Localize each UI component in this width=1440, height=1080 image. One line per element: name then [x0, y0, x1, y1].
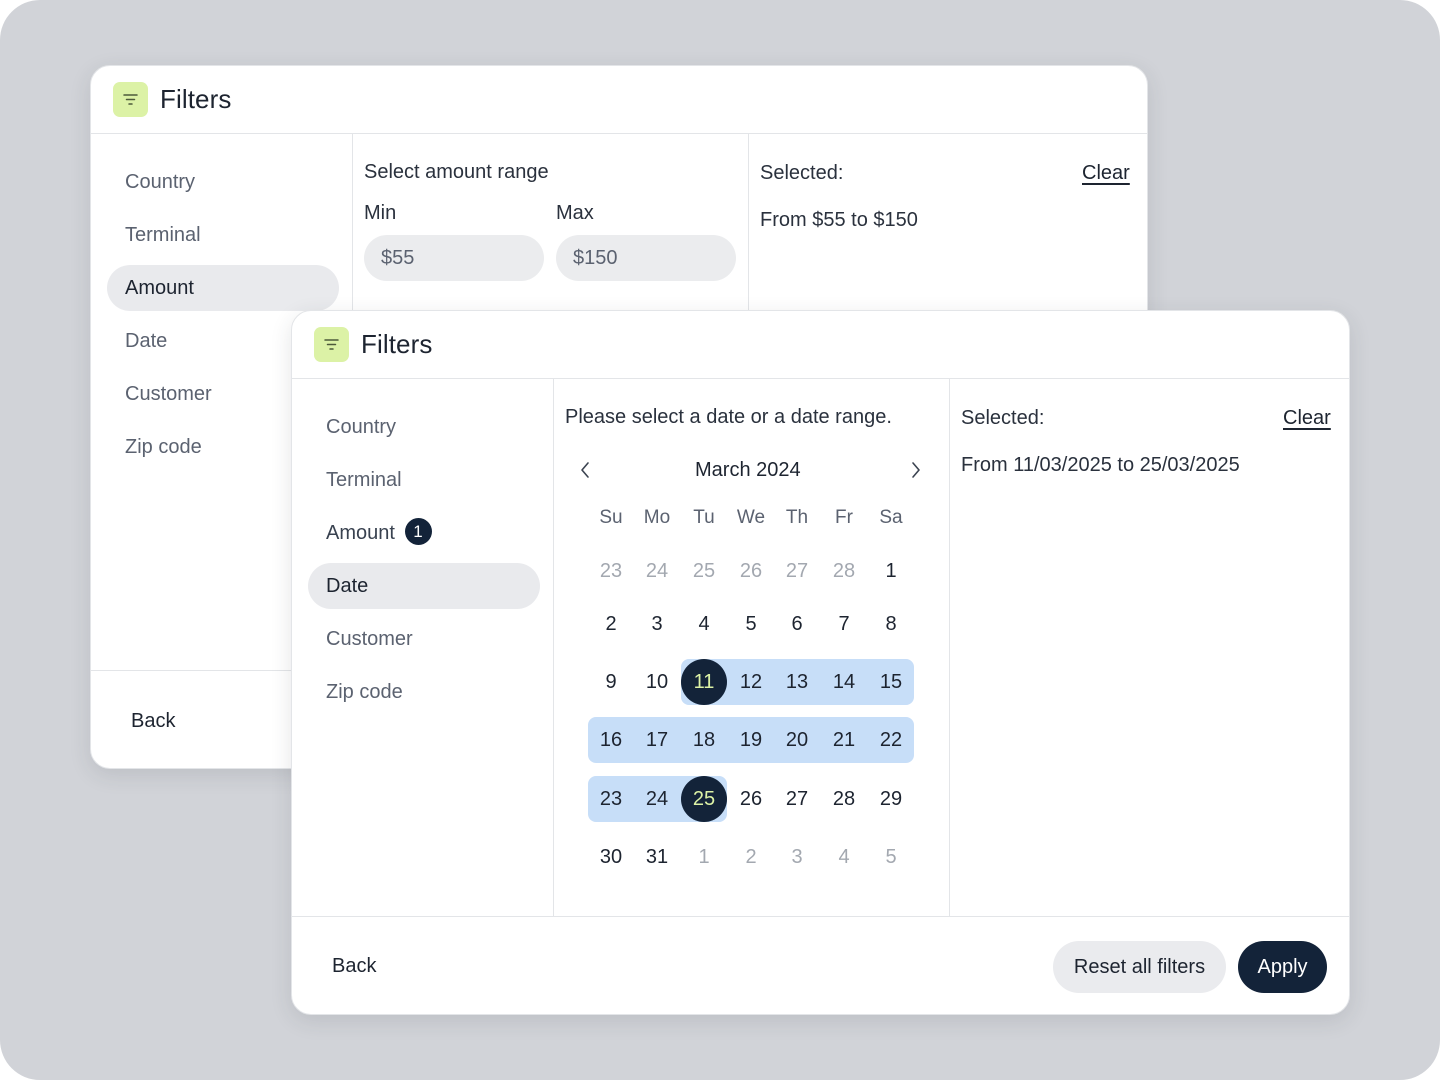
calendar-day[interactable]: 12	[728, 659, 774, 705]
calendar-day[interactable]: 23	[588, 548, 634, 594]
filter-icon	[314, 327, 349, 362]
selected-summary: From $55 to $150	[760, 209, 918, 231]
calendar-day[interactable]: 3	[774, 834, 820, 880]
weekday-label: Tu	[693, 507, 715, 528]
calendar-day[interactable]: 20	[774, 717, 820, 763]
calendar-day[interactable]: 26	[728, 776, 774, 822]
max-label: Max	[556, 202, 594, 224]
nav-item-label: Amount	[326, 522, 395, 544]
calendar-day[interactable]: 2	[588, 601, 634, 647]
calendar-day[interactable]: 9	[588, 659, 634, 705]
weekday-label: Su	[599, 507, 623, 528]
calendar-day[interactable]: 1	[868, 548, 914, 594]
calendar-day[interactable]: 19	[728, 717, 774, 763]
calendar-day[interactable]: 24	[634, 776, 680, 822]
calendar-day[interactable]: 6	[774, 601, 820, 647]
calendar-day[interactable]: 2	[728, 834, 774, 880]
footer-divider	[292, 916, 1349, 917]
calendar-day[interactable]: 24	[634, 548, 680, 594]
column-divider	[553, 379, 554, 916]
calendar-day[interactable]: 25	[681, 776, 727, 822]
calendar-day[interactable]: 14	[821, 659, 867, 705]
calendar-day[interactable]: 5	[868, 834, 914, 880]
clear-link[interactable]: Clear	[1283, 407, 1331, 430]
calendar-day[interactable]: 29	[868, 776, 914, 822]
calendar-day[interactable]: 13	[774, 659, 820, 705]
calendar-day[interactable]: 11	[681, 659, 727, 705]
weekday-label: Fr	[835, 507, 853, 528]
calendar-day[interactable]: 16	[588, 717, 634, 763]
nav-item-amount[interactable]: Amount	[107, 265, 339, 311]
calendar-day[interactable]: 21	[821, 717, 867, 763]
dialog-title: Filters	[160, 84, 232, 114]
weekday-label: Sa	[879, 507, 903, 528]
min-label: Min	[364, 202, 397, 224]
date-prompt: Please select a date or a date range.	[565, 406, 892, 428]
calendar-day[interactable]: 10	[634, 659, 680, 705]
background-stage: Filters Country Terminal Amount Date Cus…	[0, 0, 1440, 1080]
footer-divider	[91, 670, 301, 671]
nav-item-terminal[interactable]: Terminal	[107, 212, 339, 258]
calendar-month-label: March 2024	[695, 459, 801, 481]
nav-item-terminal[interactable]: Terminal	[308, 457, 540, 503]
chevron-left-icon[interactable]	[574, 457, 596, 483]
calendar-day[interactable]: 4	[681, 601, 727, 647]
calendar-day[interactable]: 17	[634, 717, 680, 763]
dialog-title: Filters	[361, 329, 433, 359]
chevron-right-icon[interactable]	[905, 457, 927, 483]
calendar-day[interactable]: 18	[681, 717, 727, 763]
clear-link[interactable]: Clear	[1082, 162, 1130, 185]
dialog-header: Filters	[91, 66, 1147, 134]
reset-all-filters-button[interactable]: Reset all filters	[1053, 941, 1226, 993]
amount-heading: Select amount range	[364, 161, 549, 183]
nav-item-amount[interactable]: Amount 1	[308, 510, 540, 556]
nav-item-country[interactable]: Country	[308, 404, 540, 450]
weekday-label: Mo	[643, 507, 671, 528]
min-amount-input[interactable]: $55	[364, 235, 544, 281]
back-button[interactable]: Back	[332, 955, 376, 978]
calendar-day[interactable]: 23	[588, 776, 634, 822]
calendar-day[interactable]: 22	[868, 717, 914, 763]
nav-item-country[interactable]: Country	[107, 159, 339, 205]
nav-item-customer[interactable]: Customer	[308, 616, 540, 662]
calendar-day[interactable]: 27	[774, 548, 820, 594]
calendar-day[interactable]: 15	[868, 659, 914, 705]
calendar-day[interactable]: 28	[821, 548, 867, 594]
weekday-label: Th	[785, 507, 809, 528]
back-button[interactable]: Back	[131, 710, 175, 733]
count-badge: 1	[404, 518, 432, 546]
calendar-day[interactable]: 31	[634, 834, 680, 880]
calendar-day[interactable]: 27	[774, 776, 820, 822]
calendar-day[interactable]: 28	[821, 776, 867, 822]
selected-label: Selected:	[961, 407, 1045, 429]
nav-item-zip-code[interactable]: Zip code	[308, 669, 540, 715]
calendar-day[interactable]: 8	[868, 601, 914, 647]
column-divider	[949, 379, 950, 916]
filters-dialog-date: Filters Country Terminal Amount 1 Date C…	[291, 310, 1350, 1015]
apply-button[interactable]: Apply	[1238, 941, 1327, 993]
filter-icon	[113, 82, 148, 117]
calendar-day[interactable]: 1	[681, 834, 727, 880]
calendar-day[interactable]: 7	[821, 601, 867, 647]
selected-summary: From 11/03/2025 to 25/03/2025	[961, 454, 1240, 476]
calendar-day[interactable]: 3	[634, 601, 680, 647]
calendar-day[interactable]: 26	[728, 548, 774, 594]
selected-label: Selected:	[760, 162, 844, 184]
weekday-label: We	[736, 507, 766, 528]
calendar-day[interactable]: 30	[588, 834, 634, 880]
nav-item-date[interactable]: Date	[308, 563, 540, 609]
max-amount-input[interactable]: $150	[556, 235, 736, 281]
calendar-day[interactable]: 4	[821, 834, 867, 880]
calendar-day[interactable]: 25	[681, 548, 727, 594]
dialog-header: Filters	[292, 311, 1349, 379]
calendar-day[interactable]: 5	[728, 601, 774, 647]
